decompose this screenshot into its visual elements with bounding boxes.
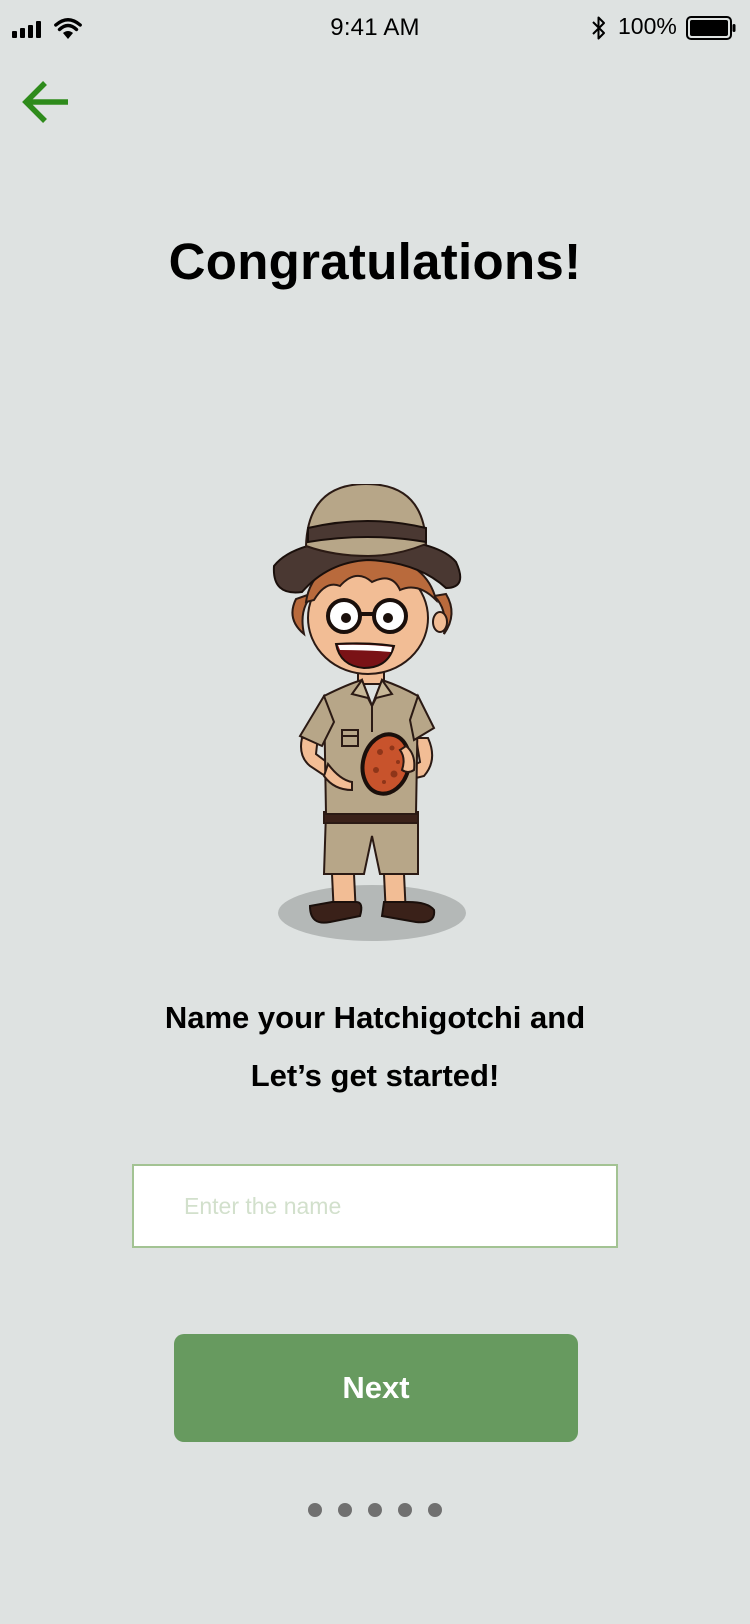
page-dot[interactable]: [338, 1503, 352, 1517]
status-bar: 9:41 AM 100%: [0, 0, 750, 56]
explorer-character-illustration: [272, 484, 466, 941]
page-title: Congratulations!: [168, 233, 582, 290]
page-dot[interactable]: [308, 1503, 322, 1517]
page-dot[interactable]: [368, 1503, 382, 1517]
battery-icon: [686, 16, 736, 40]
battery-percentage: 100%: [618, 13, 677, 39]
pagination-dots: [0, 1503, 750, 1517]
prompt-line-2: Let’s get started!: [250, 1058, 500, 1093]
page-dot[interactable]: [428, 1503, 442, 1517]
page-dot[interactable]: [398, 1503, 412, 1517]
bluetooth-icon: [592, 16, 605, 40]
prompt-line-1: Name your Hatchigotchi and: [164, 1000, 586, 1035]
name-input[interactable]: [132, 1164, 618, 1248]
next-button[interactable]: Next: [174, 1334, 578, 1442]
arrow-left-icon[interactable]: [18, 74, 74, 130]
